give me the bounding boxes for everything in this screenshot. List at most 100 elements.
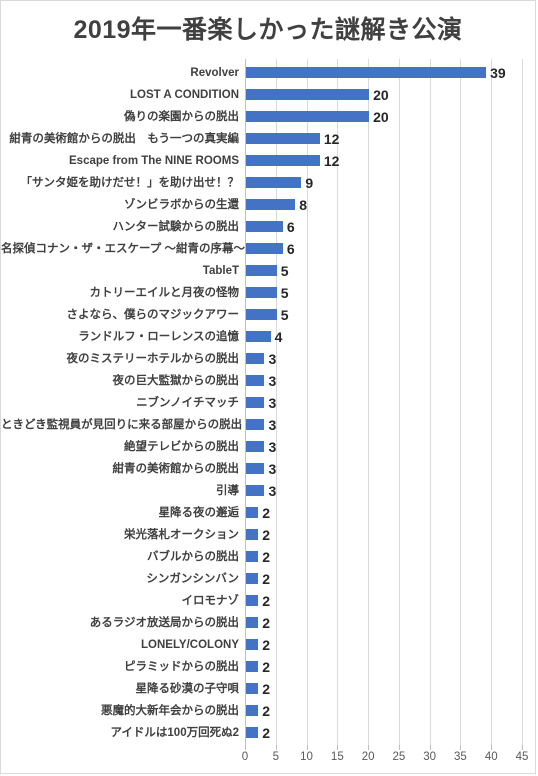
category-label: 夜のミステリーホテルからの脱出 bbox=[66, 353, 240, 365]
bar-row: 「サンタ姫を助けだせ！」を助け出せ！？ 9 bbox=[1, 172, 537, 194]
bar-row: LOST A CONDITION 20 bbox=[1, 84, 537, 106]
bar bbox=[246, 441, 265, 452]
bar-value-label: 20 bbox=[373, 87, 389, 103]
bar bbox=[246, 617, 259, 628]
category-label: ときどき監視員が見回りに来る部屋からの脱出 bbox=[1, 419, 243, 431]
category-label: ランドルフ・ローレンスの追憶 bbox=[78, 331, 239, 343]
x-axis-tick bbox=[275, 745, 277, 750]
bar bbox=[246, 67, 487, 78]
category-label: 引導 bbox=[216, 485, 239, 497]
bar-row: カトリーエイルと月夜の怪物 5 bbox=[1, 282, 537, 304]
x-axis-tick-label: 40 bbox=[484, 751, 498, 763]
category-label: ピラミッドからの脱出 bbox=[124, 661, 239, 673]
x-axis-tick-label: 35 bbox=[454, 751, 467, 763]
bar-value-label: 2 bbox=[262, 703, 271, 719]
bar-value-label: 3 bbox=[268, 439, 277, 455]
bar bbox=[246, 287, 277, 298]
bar bbox=[246, 375, 265, 386]
bar-row: バブルからの脱出 2 bbox=[1, 546, 537, 568]
x-axis-tick bbox=[522, 745, 523, 750]
bar bbox=[246, 243, 283, 254]
bar-row: イロモナゾ 2 bbox=[1, 590, 537, 612]
bar-value-label: 3 bbox=[268, 351, 277, 367]
bar bbox=[246, 661, 259, 672]
bar-row: ゾンビラボからの生還 8 bbox=[1, 194, 537, 216]
bar-row: 引導 3 bbox=[1, 480, 537, 502]
category-label: ゾンビラボからの生還 bbox=[124, 199, 239, 211]
bar-row: 夜のミステリーホテルからの脱出 3 bbox=[1, 348, 537, 370]
bar bbox=[246, 507, 259, 518]
bar-row: Escape from The NINE ROOMS 12 bbox=[1, 150, 537, 172]
bar bbox=[246, 353, 265, 364]
bar-row: 偽りの楽園からの脱出 20 bbox=[1, 106, 537, 128]
bar bbox=[246, 89, 370, 100]
bar-value-label: 39 bbox=[490, 65, 506, 81]
x-axis-tick-label: 20 bbox=[361, 751, 375, 763]
bar-value-label: 2 bbox=[262, 681, 271, 697]
category-label: 栄光落札オークション bbox=[124, 529, 239, 541]
bar-value-label: 2 bbox=[262, 637, 271, 653]
x-axis: 0 5 10 15 20 25 30 35 40 45 bbox=[242, 745, 528, 771]
x-axis-tick bbox=[368, 745, 370, 750]
category-label: LOST A CONDITION bbox=[129, 89, 239, 101]
bar bbox=[246, 265, 277, 276]
bar bbox=[246, 551, 259, 562]
category-label: シンガンシンバン bbox=[146, 573, 239, 585]
bar bbox=[246, 133, 320, 144]
bar bbox=[246, 221, 283, 232]
category-label: ニブンノイチマッチ bbox=[136, 397, 239, 409]
bar bbox=[246, 727, 259, 738]
bar bbox=[246, 573, 259, 584]
bar-value-label: 2 bbox=[262, 725, 271, 741]
x-axis-tick bbox=[337, 745, 339, 750]
bar bbox=[246, 177, 302, 188]
x-axis-tick-label: 5 bbox=[272, 751, 279, 763]
x-axis-tick-label: 15 bbox=[330, 751, 344, 763]
bar-row: LONELY/COLONY 2 bbox=[1, 634, 537, 656]
bar bbox=[246, 397, 265, 408]
x-axis-tick bbox=[398, 745, 400, 750]
bar bbox=[246, 331, 271, 342]
bar-value-label: 6 bbox=[286, 241, 295, 257]
category-label: LONELY/COLONY bbox=[141, 639, 239, 651]
x-axis-tick-label: 30 bbox=[423, 751, 437, 763]
bar-value-label: 2 bbox=[262, 659, 271, 675]
bar-value-label: 20 bbox=[373, 109, 389, 125]
plot-area: Revolver 39 LOST A CONDITION 20 偽りの楽園からの脱出 20… bbox=[1, 59, 537, 745]
category-label: 偽りの楽園からの脱出 bbox=[124, 111, 239, 123]
category-label: 夜の巨大監獄からの脱出 bbox=[112, 375, 240, 387]
bar-value-label: 3 bbox=[268, 483, 277, 499]
category-label: 絶望テレビからの脱出 bbox=[124, 441, 239, 453]
bar-value-label: 8 bbox=[299, 197, 308, 213]
bar bbox=[246, 683, 259, 694]
category-label: カトリーエイルと月夜の怪物 bbox=[89, 287, 240, 299]
bar bbox=[246, 419, 265, 430]
bar-row: 絶望テレビからの脱出 3 bbox=[1, 436, 537, 458]
bar-row: ハンター試験からの脱出 6 bbox=[1, 216, 537, 238]
category-label: イロモナゾ bbox=[181, 595, 240, 607]
category-label: ハンター試験からの脱出 bbox=[112, 221, 240, 233]
bar bbox=[246, 529, 259, 540]
x-axis-tick bbox=[306, 745, 308, 750]
bar-value-label: 6 bbox=[286, 219, 295, 235]
category-label: さよなら、僕らのマジックアワー bbox=[66, 309, 240, 321]
category-label: Escape from The NINE ROOMS bbox=[69, 155, 239, 167]
category-label: 「サンタ姫を助けだせ！」を助け出せ！？ bbox=[20, 177, 240, 189]
bar-value-label: 3 bbox=[268, 373, 277, 389]
bar-row: シンガンシンバン 2 bbox=[1, 568, 537, 590]
bar bbox=[246, 309, 277, 320]
x-axis-tick bbox=[245, 745, 246, 750]
bar-row: 星降る夜の邂逅 2 bbox=[1, 502, 537, 524]
x-axis-tick-label: 25 bbox=[392, 751, 406, 763]
bar-rows: Revolver 39 LOST A CONDITION 20 偽りの楽園からの脱出 20… bbox=[1, 59, 537, 745]
bar-row: ピラミッドからの脱出 2 bbox=[1, 656, 537, 678]
bar bbox=[246, 485, 265, 496]
bar-row: 夜の巨大監獄からの脱出 3 bbox=[1, 370, 537, 392]
category-label: 星降る砂漠の子守唄 bbox=[135, 683, 240, 695]
bar-value-label: 12 bbox=[323, 153, 340, 169]
bar-value-label: 12 bbox=[323, 131, 340, 147]
category-label: アイドルは100万回死ぬ2 bbox=[110, 727, 239, 739]
bar bbox=[246, 199, 296, 210]
bar-row: ランドルフ・ローレンスの追憶 4 bbox=[1, 326, 537, 348]
bar-row: さよなら、僕らのマジックアワー 5 bbox=[1, 304, 537, 326]
